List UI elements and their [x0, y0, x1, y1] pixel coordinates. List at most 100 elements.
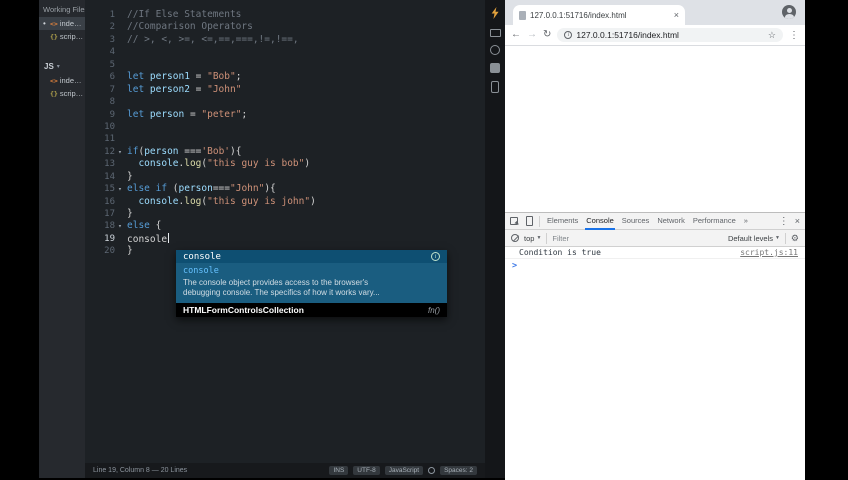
code-token: person2 — [149, 83, 190, 95]
problems-indicator-icon[interactable] — [428, 467, 436, 474]
log-levels-selector[interactable]: Default levels ▼ — [728, 234, 780, 243]
extension-icon-1[interactable] — [489, 29, 501, 37]
browser-menu-icon[interactable]: ⋮ — [789, 30, 799, 41]
code-token: person — [178, 183, 213, 195]
browser-window: 127.0.0.1:51716/index.html × ← → ↻ i 127… — [505, 0, 805, 480]
code-line-18[interactable]: else { — [127, 220, 485, 232]
code-line-19[interactable]: console — [127, 232, 485, 245]
devtools-tab-more[interactable]: » — [743, 213, 749, 230]
log-levels-label: Default levels — [727, 233, 773, 243]
line-number-text: 14 — [104, 171, 115, 182]
line-number-text: 6 — [109, 72, 115, 83]
bookmark-star-icon[interactable]: ☆ — [768, 30, 776, 41]
address-bar[interactable]: i 127.0.0.1:51716/index.html ☆ — [557, 28, 783, 42]
line-number-text: 7 — [109, 84, 115, 95]
clear-console-icon[interactable] — [511, 234, 519, 242]
browser-tab[interactable]: 127.0.0.1:51716/index.html × — [513, 5, 685, 25]
console-filter-input[interactable] — [552, 233, 623, 243]
code-line-5[interactable] — [127, 59, 485, 71]
statusbar-badge-javascript[interactable]: JavaScript — [384, 466, 424, 475]
code-token: "Bob" — [207, 71, 236, 83]
project-header[interactable]: JS ▾ — [39, 59, 85, 74]
code-line-9[interactable]: let person = "peter"; — [127, 109, 485, 121]
extension-icon-2[interactable] — [490, 45, 500, 55]
code-line-14[interactable]: } — [127, 171, 485, 183]
site-info-icon[interactable]: i — [564, 31, 573, 39]
code-line-8[interactable] — [127, 96, 485, 108]
code-token: if — [127, 145, 139, 157]
spaces-indicator[interactable]: Spaces: 2 — [440, 466, 477, 475]
device-toolbar-icon[interactable] — [526, 216, 533, 226]
code-line-13[interactable]: console.log("this guy is bob") — [127, 158, 485, 170]
devtools-close-icon[interactable]: × — [795, 216, 800, 226]
code-line-1[interactable]: //If Else Statements — [127, 9, 485, 21]
code-editor[interactable]: 1 2 3 4 5 6 7 8 9 10 11 12 ▾ 13 14 15 ▾ 16 17 18 ▾ 19 20 //If … — [85, 0, 485, 463]
project-file-item[interactable]: {} script.js — [39, 87, 85, 100]
code-line-10[interactable] — [127, 121, 485, 133]
line-number-text: 13 — [104, 159, 115, 170]
code-line-17[interactable]: } — [127, 208, 485, 220]
working-file-item[interactable]: {} script.js — [39, 30, 85, 43]
devtools-tab-performance[interactable]: Performance — [692, 213, 737, 230]
devtools-menu-icon[interactable]: ⋮ — [779, 216, 789, 227]
devtools-tab-console[interactable]: Console — [585, 213, 615, 230]
back-button[interactable]: ← — [511, 30, 521, 40]
line-number-text: 3 — [109, 34, 115, 45]
code-token: person1 — [149, 71, 190, 83]
line-number: 3 — [85, 34, 125, 46]
console-prompt[interactable]: > — [505, 259, 805, 273]
extension-icon-4[interactable] — [491, 81, 499, 93]
prompt-chevron: > — [512, 261, 518, 271]
code-token: log — [184, 195, 202, 207]
autocomplete-item[interactable]: HTMLFormControlsCollection fn() — [176, 303, 447, 317]
devtools-tabs: Elements Console Sources Network Performance… — [546, 213, 749, 230]
fold-arrow-icon[interactable]: ▾ — [115, 146, 125, 158]
code-token: let — [127, 83, 150, 95]
working-files-header: Working Files — [43, 5, 85, 14]
reload-button[interactable]: ↻ — [543, 30, 551, 40]
statusbar-badge-utf8[interactable]: UTF-8 — [353, 466, 380, 475]
extension-icon-3[interactable] — [490, 63, 500, 73]
live-preview-icon[interactable] — [491, 7, 499, 19]
cursor-position-status[interactable]: Line 19, Column 8 — 20 Lines — [93, 467, 187, 474]
code-token: = — [184, 108, 202, 120]
code-line-16[interactable]: console.log("this guy is john") — [127, 196, 485, 208]
autocomplete-popup: console i console The console object pro… — [176, 250, 447, 317]
html-file-icon: <> — [50, 76, 58, 85]
line-number-text: 9 — [109, 109, 115, 120]
devtools-tab-elements[interactable]: Elements — [546, 213, 579, 230]
code-line-2[interactable]: //Comparison Operators — [127, 21, 485, 33]
inspect-element-icon[interactable] — [510, 217, 518, 225]
fold-arrow-icon[interactable]: ▾ — [115, 183, 125, 195]
fold-arrow-icon[interactable]: ▾ — [115, 220, 125, 232]
working-file-item[interactable]: • <>index.html — [39, 17, 85, 30]
profile-avatar-icon[interactable] — [782, 5, 796, 19]
code-line-7[interactable]: let person2 = "John" — [127, 84, 485, 96]
devtools-tab-sources[interactable]: Sources — [621, 213, 651, 230]
line-number: 19 — [85, 233, 125, 245]
line-number-text: 1 — [109, 10, 115, 20]
code-token: "peter" — [201, 108, 242, 120]
code-token: //Comparison Operators — [127, 21, 253, 33]
code-line-3[interactable]: // >, <, >=, <=,==,===,!=,!==, — [127, 34, 485, 46]
console-message: Condition is true script.js:11 — [505, 247, 805, 259]
context-selector[interactable]: top ▼ — [524, 234, 541, 243]
code-line-4[interactable] — [127, 46, 485, 58]
statusbar-badge-ins[interactable]: INS — [329, 466, 349, 475]
forward-button[interactable]: → — [527, 30, 537, 40]
project-file-item[interactable]: <>index.html — [39, 74, 85, 87]
autocomplete-selected-item[interactable]: console i — [176, 250, 447, 263]
code-line-6[interactable]: let person1 = "Bob"; — [127, 71, 485, 83]
line-number: 2 — [85, 21, 125, 33]
line-number: 9 — [85, 109, 125, 121]
info-icon[interactable]: i — [431, 252, 440, 261]
code-line-11[interactable] — [127, 133, 485, 145]
devtools-tab-network[interactable]: Network — [656, 213, 686, 230]
code-line-15[interactable]: else if (person==="John"){ — [127, 183, 485, 195]
page-content — [505, 46, 805, 212]
code-line-12[interactable]: if(person ==='Bob'){ — [127, 146, 485, 158]
console-source-link[interactable]: script.js:11 — [740, 248, 798, 257]
tab-close-icon[interactable]: × — [674, 10, 679, 20]
console-settings-gear-icon[interactable]: ⚙ — [791, 233, 799, 244]
